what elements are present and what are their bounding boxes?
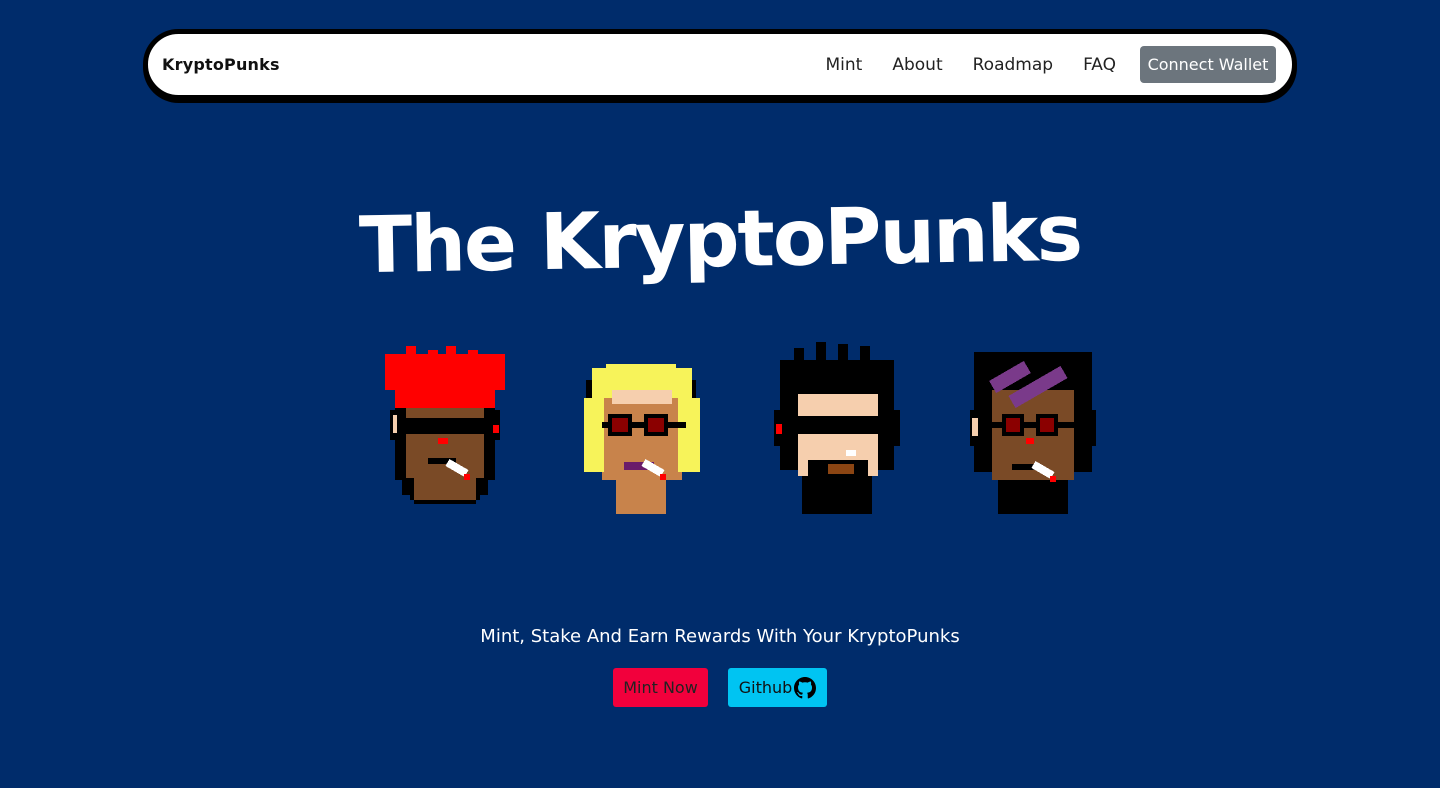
navbar: KryptoPunks Mint About Roadmap FAQ Conne…	[143, 29, 1297, 100]
github-icon	[794, 676, 817, 698]
punk-blonde-image	[584, 364, 700, 514]
nav-links: Mint About Roadmap FAQ Connect Wallet	[826, 46, 1276, 83]
punk-purple-bandana-image	[970, 352, 1096, 514]
connect-wallet-button[interactable]: Connect Wallet	[1140, 46, 1276, 83]
hero-title: The KryptoPunks	[358, 188, 1082, 292]
punk-red-hair-image	[385, 346, 505, 504]
nav-link-mint[interactable]: Mint	[826, 55, 863, 75]
punks-gallery	[380, 340, 1100, 520]
cta-row: Mint Now Github	[0, 668, 1440, 707]
nav-link-about[interactable]: About	[892, 55, 942, 75]
mint-now-button[interactable]: Mint Now	[613, 668, 708, 707]
brand-logo[interactable]: KryptoPunks	[162, 55, 280, 74]
nav-link-faq[interactable]: FAQ	[1083, 55, 1116, 75]
github-button[interactable]: Github	[728, 668, 827, 707]
nav-link-roadmap[interactable]: Roadmap	[973, 55, 1053, 75]
hero-tagline: Mint, Stake And Earn Rewards With Your K…	[480, 626, 960, 647]
github-button-label: Github	[738, 678, 793, 697]
punk-black-hair-image	[774, 342, 900, 514]
